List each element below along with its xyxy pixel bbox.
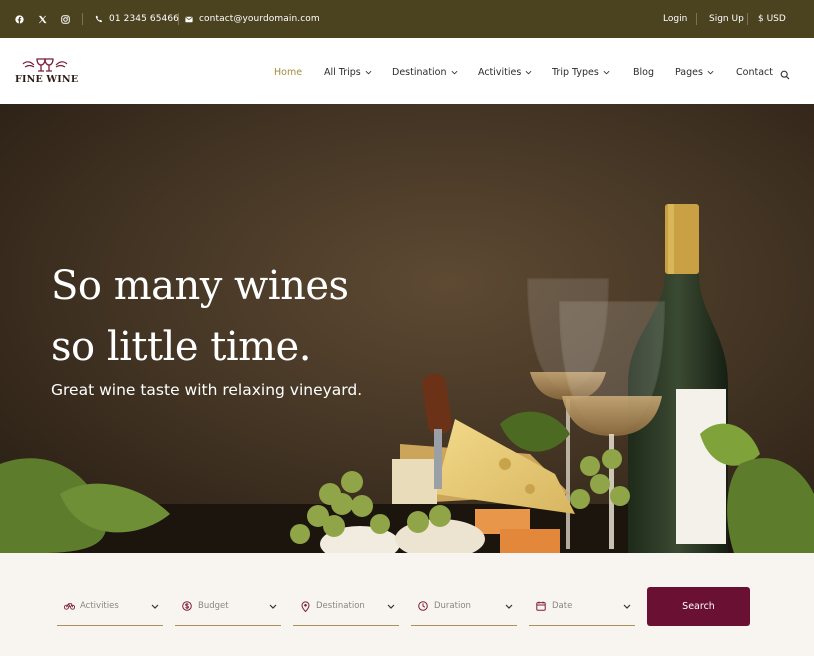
- nav-all-trips[interactable]: All Trips: [324, 64, 372, 80]
- chevron-down-icon: [525, 70, 532, 74]
- hero-title: So many wines so little time.: [51, 256, 431, 378]
- divider: [696, 13, 697, 25]
- phone-contact[interactable]: 01 2345 65466: [95, 12, 179, 26]
- login-link[interactable]: Login: [663, 12, 687, 26]
- nav-label: Trip Types: [552, 66, 599, 78]
- hero-title-line: so little time.: [51, 324, 311, 370]
- select-label: Destination: [316, 601, 365, 611]
- chevron-down-icon: [151, 604, 159, 609]
- date-select[interactable]: Date: [529, 587, 635, 626]
- chevron-down-icon: [365, 70, 372, 74]
- chevron-down-icon: [603, 70, 610, 74]
- divider: [82, 13, 83, 25]
- hero-banner: So many wines so little time. Great wine…: [0, 104, 814, 553]
- facebook-icon[interactable]: [12, 12, 26, 26]
- currency-selector[interactable]: $ USD: [758, 12, 786, 26]
- chevron-down-icon: [707, 70, 714, 74]
- destination-select[interactable]: Destination: [293, 587, 399, 626]
- phone-icon: [95, 15, 103, 23]
- divider: [747, 13, 748, 25]
- clock-icon: [417, 600, 429, 612]
- select-label: Activities: [80, 601, 119, 611]
- select-label: Budget: [198, 601, 229, 611]
- nav-trip-types[interactable]: Trip Types: [552, 64, 610, 80]
- email-address: contact@yourdomain.com: [199, 14, 320, 24]
- search-button[interactable]: Search: [647, 587, 750, 626]
- nav-label: Home: [274, 66, 303, 78]
- nav-activities[interactable]: Activities: [478, 64, 532, 80]
- site-header: FINE WINE Home All Trips Destination Act…: [0, 38, 814, 104]
- mail-icon: [185, 16, 193, 22]
- bicycle-icon: [63, 600, 75, 612]
- nav-label: Destination: [392, 66, 447, 78]
- budget-select[interactable]: Budget: [175, 587, 281, 626]
- duration-select[interactable]: Duration: [411, 587, 517, 626]
- nav-pages[interactable]: Pages: [675, 64, 714, 80]
- chevron-down-icon: [269, 604, 277, 609]
- trip-search-form: Activities Budget Destination Duration D…: [0, 553, 814, 656]
- calendar-icon: [535, 600, 547, 612]
- select-label: Duration: [434, 601, 471, 611]
- hero-title-line: So many wines: [51, 263, 349, 309]
- instagram-icon[interactable]: [58, 12, 72, 26]
- nav-label: Blog: [633, 66, 654, 78]
- nav-blog[interactable]: Blog: [633, 64, 654, 80]
- wine-glasses-logo-icon: [22, 58, 68, 72]
- top-bar: 01 2345 65466 contact@yourdomain.com Log…: [0, 0, 814, 38]
- nav-label: Contact: [736, 66, 773, 78]
- phone-number: 01 2345 65466: [109, 14, 180, 24]
- search-icon[interactable]: [780, 65, 792, 80]
- chevron-down-icon: [623, 604, 631, 609]
- brand-name: FINE WINE: [15, 74, 79, 85]
- chevron-down-icon: [387, 604, 395, 609]
- signup-link[interactable]: Sign Up: [709, 12, 744, 26]
- nav-home[interactable]: Home: [274, 64, 302, 80]
- nav-contact[interactable]: Contact: [736, 64, 773, 80]
- nav-destination[interactable]: Destination: [392, 64, 458, 80]
- dollar-circle-icon: [181, 600, 193, 612]
- nav-label: All Trips: [324, 66, 361, 78]
- chevron-down-icon: [451, 70, 457, 74]
- brand-logo[interactable]: FINE WINE: [15, 56, 79, 88]
- email-contact[interactable]: contact@yourdomain.com: [185, 12, 320, 26]
- activities-select[interactable]: Activities: [57, 587, 163, 626]
- x-twitter-icon[interactable]: [35, 12, 49, 26]
- nav-label: Activities: [478, 66, 522, 78]
- map-pin-icon: [299, 600, 311, 612]
- nav-label: Pages: [675, 66, 703, 78]
- select-label: Date: [552, 601, 573, 611]
- chevron-down-icon: [505, 604, 513, 609]
- hero-subtitle: Great wine taste with relaxing vineyard.: [51, 381, 363, 399]
- divider: [178, 13, 179, 25]
